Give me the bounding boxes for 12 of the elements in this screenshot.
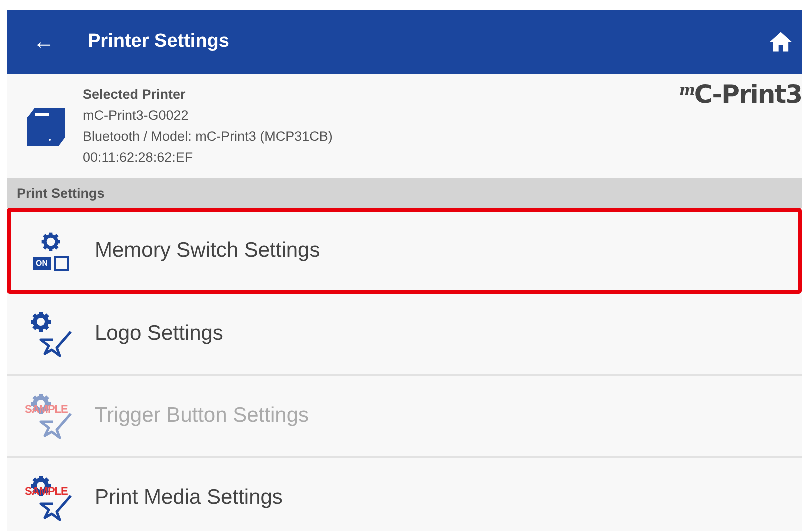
printer-name: mC-Print3-G0022 xyxy=(83,107,190,125)
settings-item[interactable]: ON Memory Switch Settings xyxy=(7,208,802,294)
on-label: ON xyxy=(33,256,51,270)
section-header: Print Settings xyxy=(7,178,802,208)
gear-icon xyxy=(41,232,61,252)
printer-address: 00:11:62:28:62:EF xyxy=(83,149,194,167)
screen-title: Printer Settings xyxy=(88,31,230,53)
brand-logo: $^{m}$C-Print3 xyxy=(679,80,802,109)
back-button[interactable]: ← xyxy=(29,29,59,55)
printer-connection: Bluetooth / Model: mC-Print3 (MCP31CB) xyxy=(83,128,333,146)
printer-heading: Selected Printer xyxy=(83,86,187,104)
square-icon xyxy=(54,256,69,270)
